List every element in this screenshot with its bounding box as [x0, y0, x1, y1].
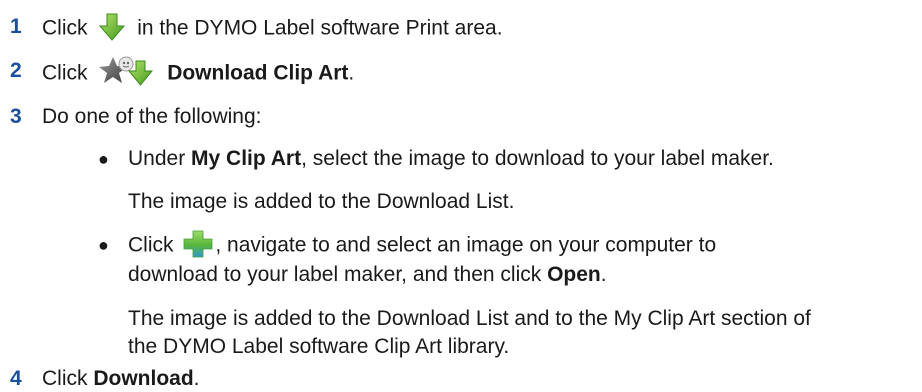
bullet-text: Under — [128, 147, 186, 170]
download-clip-art-label: Download Clip Art — [167, 61, 349, 85]
green-download-arrow-icon — [97, 12, 127, 42]
green-plus-icon — [183, 230, 213, 258]
bullet-1-result: The image is added to the Download List. — [128, 189, 514, 215]
step-text: Click — [42, 367, 88, 390]
step-text: . — [348, 61, 355, 85]
step-number: 3 — [10, 105, 22, 128]
result-text: The image is added to the Download List. — [128, 190, 515, 213]
bullet-2-result: The image is added to the Download List … — [128, 306, 811, 332]
bullet-2-line-2: download to your label maker, and then c… — [128, 262, 607, 288]
step-text: Do one of the following: — [42, 105, 262, 128]
download-label: Download — [93, 367, 194, 390]
bullet-dot: ● — [98, 235, 109, 255]
result-text: The image is added to the Download List … — [128, 307, 811, 330]
step-text: Click — [42, 16, 88, 40]
bullet-text: , select the image to download to your l… — [301, 147, 774, 170]
step-text: in the DYMO Label software Print area. — [137, 16, 503, 40]
step-number: 4 — [10, 367, 22, 390]
step-number: 1 — [10, 15, 22, 38]
bullet-text: download to your label maker, and then c… — [128, 263, 542, 286]
my-clip-art-label: My Clip Art — [191, 147, 302, 170]
step-text: . — [193, 367, 200, 390]
result-text: the DYMO Label software Clip Art library… — [128, 335, 510, 358]
bullet-text: , navigate to and select an image on you… — [215, 233, 717, 257]
open-label: Open — [547, 263, 601, 286]
bullet-text: Click — [128, 233, 174, 257]
download-clip-art-icon — [99, 55, 155, 87]
step-number: 2 — [10, 59, 22, 82]
step-text: Click — [42, 61, 88, 85]
bullet-2-result-line-2: the DYMO Label software Clip Art library… — [128, 334, 509, 360]
bullet-text: . — [600, 263, 607, 286]
bullet-dot: ● — [98, 149, 109, 169]
